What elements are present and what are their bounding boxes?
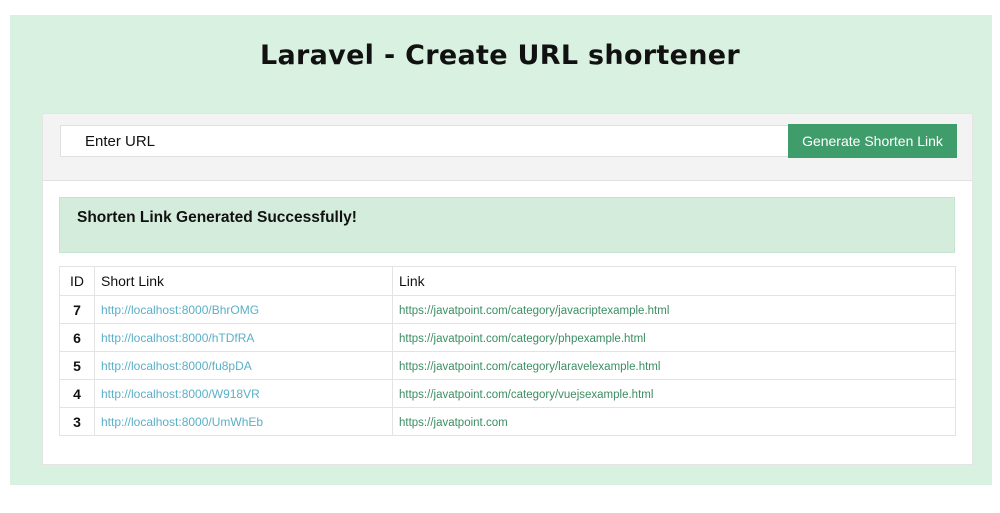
short-link-cell: http://localhost:8000/fu8pDA — [94, 351, 393, 380]
short-link-cell: http://localhost:8000/UmWhEb — [94, 407, 393, 436]
table-row: 5 http://localhost:8000/fu8pDA https://j… — [59, 351, 956, 380]
long-link[interactable]: https://javatpoint.com/category/javacrip… — [399, 305, 669, 317]
row-id: 3 — [59, 407, 95, 436]
short-link[interactable]: http://localhost:8000/BhrOMG — [101, 303, 259, 317]
table-row: 3 http://localhost:8000/UmWhEb https://j… — [59, 407, 956, 436]
long-link-cell: https://javatpoint.com/category/vuejsexa… — [392, 379, 956, 408]
table-row: 7 http://localhost:8000/BhrOMG https://j… — [59, 295, 956, 324]
row-id: 5 — [59, 351, 95, 380]
long-link[interactable]: https://javatpoint.com — [399, 417, 508, 429]
short-link-cell: http://localhost:8000/W918VR — [94, 379, 393, 408]
table-row: 4 http://localhost:8000/W918VR https://j… — [59, 379, 956, 408]
page-title: Laravel - Create URL shortener — [260, 40, 740, 71]
long-link[interactable]: https://javatpoint.com/category/laravele… — [399, 361, 660, 373]
links-table: ID Short Link Link 7 http://localhost:80… — [59, 266, 956, 436]
shortener-card: Generate Shorten Link Shorten Link Gener… — [42, 113, 973, 465]
success-alert: Shorten Link Generated Successfully! — [59, 197, 955, 253]
column-header-link: Link — [392, 266, 956, 296]
row-id: 7 — [59, 295, 95, 324]
table-row: 6 http://localhost:8000/hTDfRA https://j… — [59, 323, 956, 352]
short-link[interactable]: http://localhost:8000/UmWhEb — [101, 415, 263, 429]
long-link-cell: https://javatpoint.com — [392, 407, 956, 436]
table-header-row: ID Short Link Link — [59, 266, 956, 296]
long-link-cell: https://javatpoint.com/category/phpexamp… — [392, 323, 956, 352]
long-link-cell: https://javatpoint.com/category/javacrip… — [392, 295, 956, 324]
long-link[interactable]: https://javatpoint.com/category/phpexamp… — [399, 333, 646, 345]
column-header-short-link: Short Link — [94, 266, 393, 296]
short-link[interactable]: http://localhost:8000/hTDfRA — [101, 331, 254, 345]
long-link[interactable]: https://javatpoint.com/category/vuejsexa… — [399, 389, 653, 401]
card-header: Generate Shorten Link — [43, 114, 972, 181]
short-link-cell: http://localhost:8000/BhrOMG — [94, 295, 393, 324]
short-link[interactable]: http://localhost:8000/W918VR — [101, 387, 260, 401]
column-header-id: ID — [59, 266, 95, 296]
short-link[interactable]: http://localhost:8000/fu8pDA — [101, 359, 252, 373]
row-id: 6 — [59, 323, 95, 352]
url-input[interactable] — [60, 125, 789, 157]
row-id: 4 — [59, 379, 95, 408]
long-link-cell: https://javatpoint.com/category/laravele… — [392, 351, 956, 380]
generate-shorten-link-button[interactable]: Generate Shorten Link — [788, 124, 957, 158]
short-link-cell: http://localhost:8000/hTDfRA — [94, 323, 393, 352]
